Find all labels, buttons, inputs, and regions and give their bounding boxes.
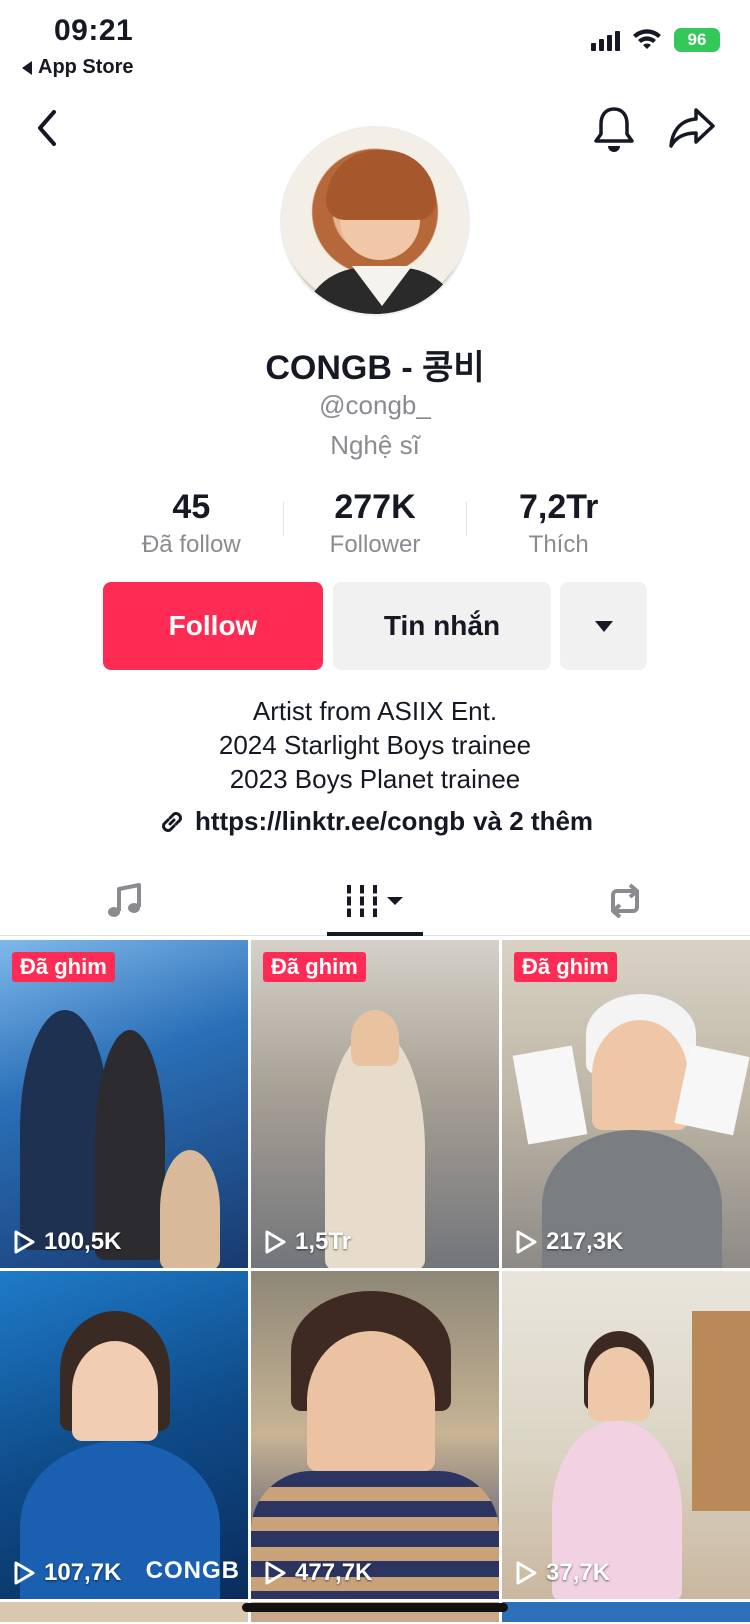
profile-stats: 45 Đã follow 277K Follower 7,2Tr Thích <box>100 488 650 559</box>
tab-reposts[interactable] <box>500 866 750 935</box>
video-tile[interactable]: 477,7K <box>251 1271 499 1599</box>
profile-link[interactable]: https://linktr.ee/congb và 2 thêm <box>0 806 750 837</box>
caret-down-icon <box>594 620 613 632</box>
back-triangle-icon <box>22 60 32 75</box>
video-views-count: 37,7K <box>546 1559 611 1586</box>
profile-bio: Artist from ASIIX Ent. 2024 Starlight Bo… <box>0 694 750 796</box>
video-views: 477,7K <box>263 1559 372 1587</box>
more-options-button[interactable] <box>560 582 647 670</box>
play-icon <box>265 1230 286 1254</box>
video-tile[interactable]: Đã ghim 217,3K <box>502 940 750 1268</box>
stat-likes-value: 7,2Tr <box>518 488 599 526</box>
play-icon <box>14 1561 35 1585</box>
video-views: 217,3K <box>514 1228 623 1256</box>
play-icon <box>516 1230 537 1254</box>
stat-following[interactable]: 45 Đã follow <box>100 488 283 559</box>
follow-button[interactable]: Follow <box>103 582 323 670</box>
video-views-count: 1,5Tr <box>295 1228 352 1255</box>
video-views-count: 217,3K <box>546 1228 624 1255</box>
profile-handle: @congb_ <box>319 390 431 420</box>
play-icon <box>265 1561 286 1585</box>
video-views-count: 107,7K <box>44 1559 122 1586</box>
tab-music[interactable] <box>0 866 250 935</box>
video-views: 1,5Tr <box>263 1228 351 1256</box>
video-grid: Đã ghim 100,5K Đã ghim 1,5Tr Đã ghim 217… <box>0 940 750 1622</box>
video-views: 100,5K <box>12 1228 121 1256</box>
music-icon <box>108 882 141 917</box>
profile-display-name: CONGB - 콩비 <box>265 349 485 387</box>
stat-followers-label: Follower <box>329 531 421 558</box>
link-icon <box>162 811 182 832</box>
signal-icon <box>591 29 620 51</box>
back-to-app-link[interactable]: App Store <box>22 56 134 79</box>
video-tile[interactable]: Đã ghim 100,5K <box>0 940 248 1268</box>
stat-likes-label: Thích <box>528 531 589 558</box>
home-indicator[interactable] <box>242 1603 508 1612</box>
video-views: 107,7K <box>12 1559 121 1587</box>
video-tile[interactable]: 37,7K <box>502 1271 750 1599</box>
video-tile-partial[interactable] <box>502 1602 750 1622</box>
stat-following-label: Đã follow <box>141 531 241 558</box>
share-arrow-icon[interactable] <box>668 106 716 150</box>
bio-line: 2023 Boys Planet trainee <box>229 764 521 794</box>
video-tile[interactable]: Đã ghim 1,5Tr <box>251 940 499 1268</box>
link-url[interactable]: https://linktr.ee/congb <box>195 806 465 837</box>
video-views-count: 477,7K <box>295 1559 373 1586</box>
video-overlay-text: CONGB <box>145 1557 240 1584</box>
content-tabs <box>0 866 750 936</box>
profile-category: Nghệ sĩ <box>330 430 420 460</box>
play-icon <box>14 1230 35 1254</box>
stat-followers[interactable]: 277K Follower <box>284 488 467 559</box>
video-tile-partial[interactable] <box>0 1602 248 1622</box>
play-icon <box>516 1561 537 1585</box>
repost-icon <box>611 882 639 919</box>
video-views: 37,7K <box>514 1559 610 1587</box>
battery-icon: 96 <box>674 28 720 52</box>
stat-likes[interactable]: 7,2Tr Thích <box>467 488 650 559</box>
tab-videos[interactable] <box>250 866 500 936</box>
bio-line: 2024 Starlight Boys trainee <box>218 730 532 760</box>
battery-level: 96 <box>687 30 707 49</box>
message-button[interactable]: Tin nhắn <box>333 582 551 670</box>
videos-grid-icon <box>345 884 403 917</box>
back-arrow-icon[interactable] <box>28 108 68 148</box>
pinned-badge: Đã ghim <box>514 952 617 982</box>
bio-line: Artist from ASIIX Ent. <box>252 696 498 726</box>
wifi-icon <box>633 29 661 49</box>
pinned-badge: Đã ghim <box>263 952 366 982</box>
video-tile[interactable]: 107,7K CONGB <box>0 1271 248 1599</box>
stat-following-value: 45 <box>172 488 211 526</box>
bell-icon[interactable] <box>592 104 636 154</box>
pinned-badge: Đã ghim <box>12 952 115 982</box>
link-more[interactable]: và 2 thêm <box>473 806 593 837</box>
profile-avatar[interactable] <box>280 126 470 316</box>
status-time: 09:21 <box>54 14 134 47</box>
stat-followers-value: 277K <box>334 488 416 526</box>
video-views-count: 100,5K <box>44 1228 122 1255</box>
back-app-label: App Store <box>38 56 134 78</box>
status-indicators: 96 <box>591 28 720 52</box>
